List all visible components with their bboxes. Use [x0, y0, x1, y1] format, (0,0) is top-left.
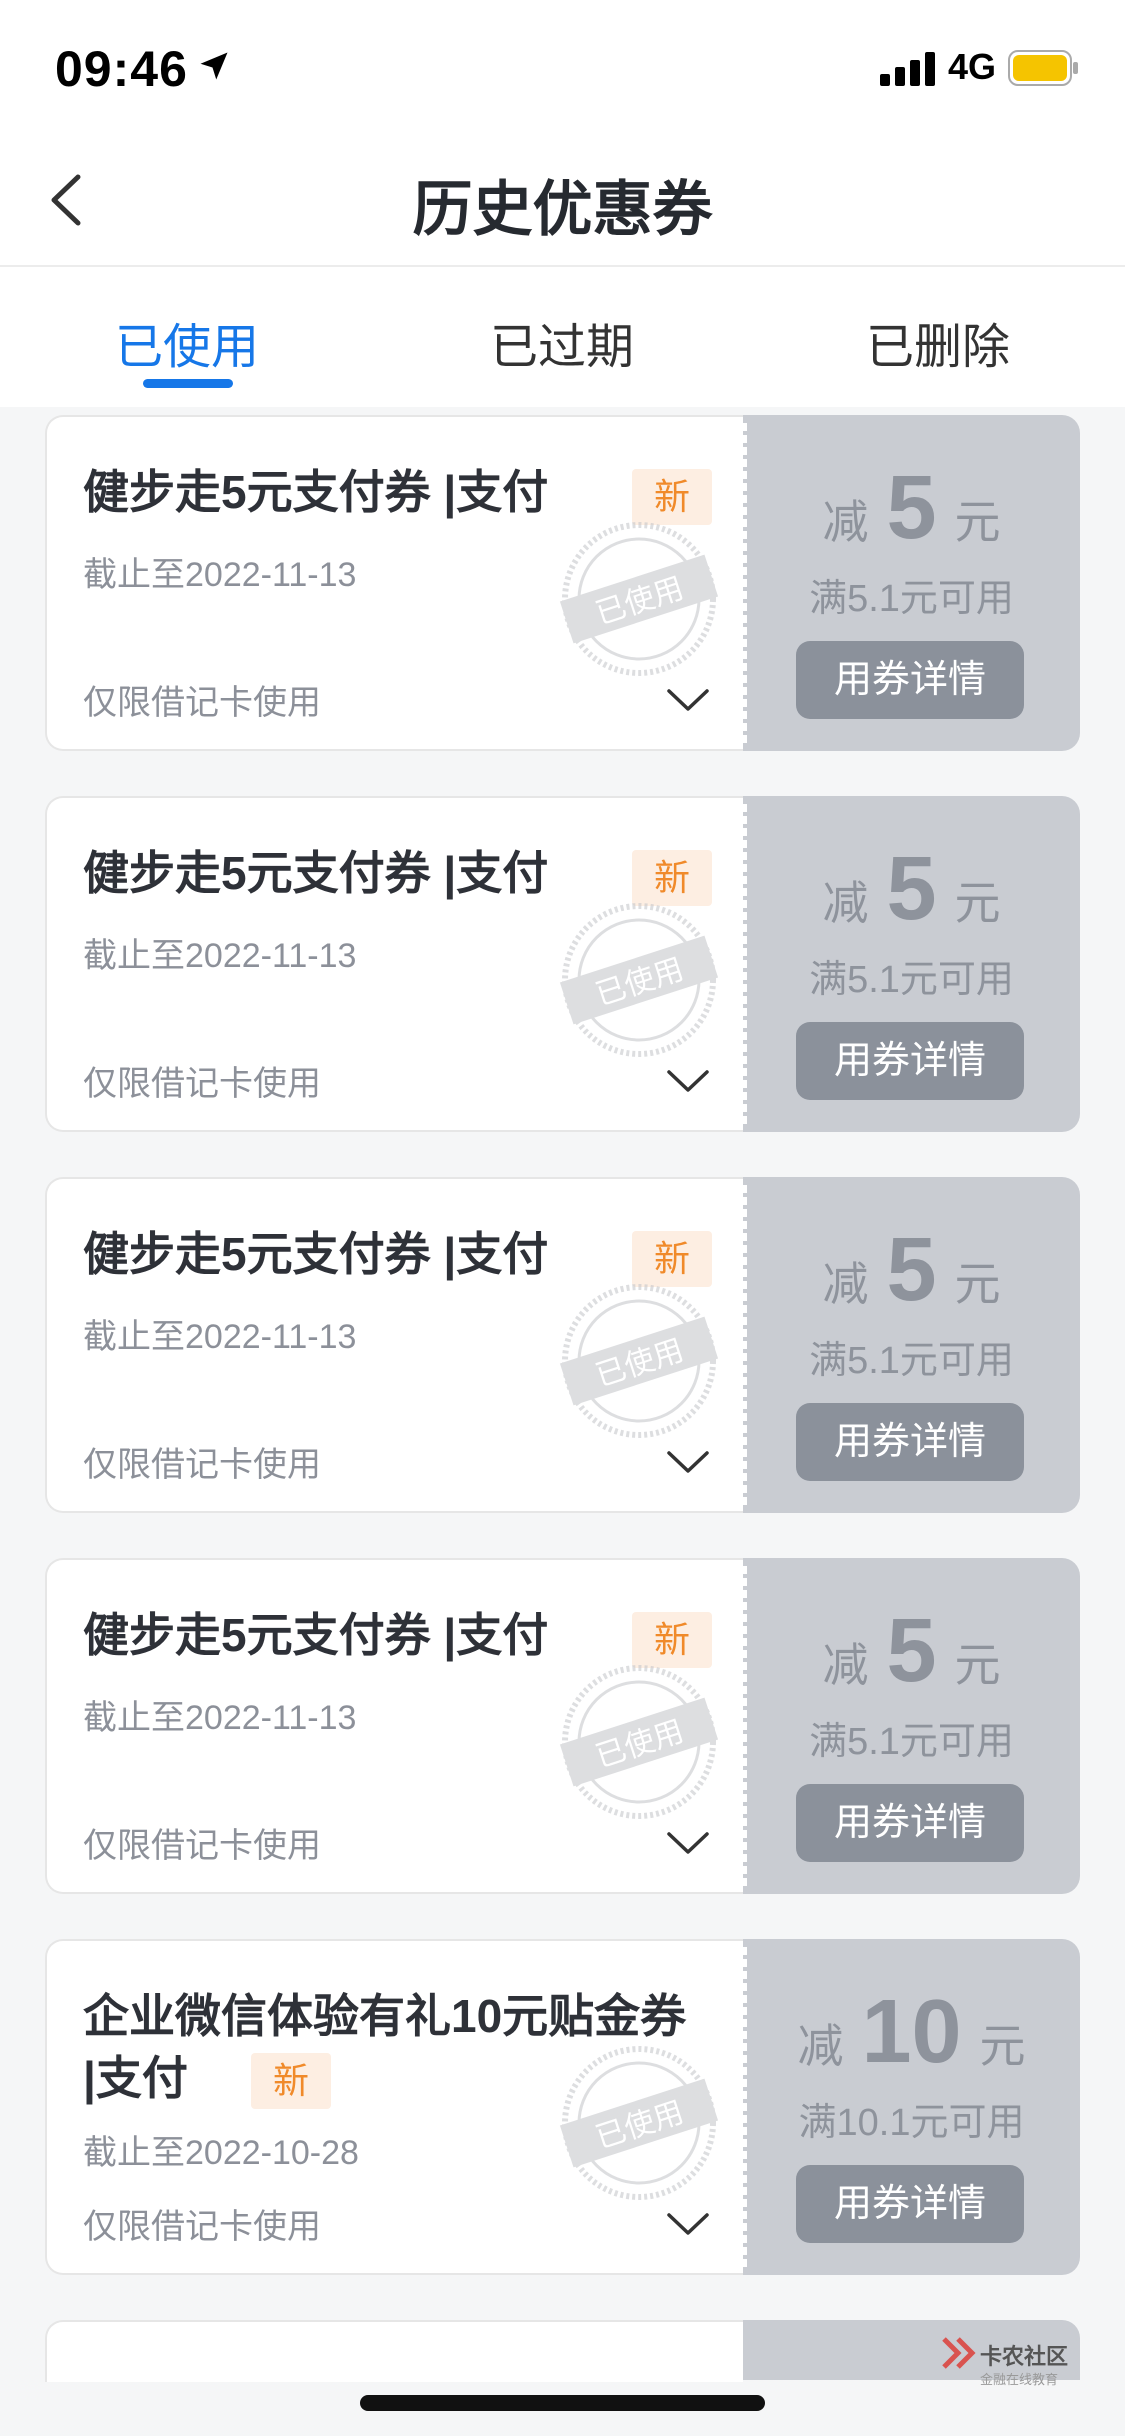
coupon-detail-button[interactable]: 用券详情: [796, 2165, 1024, 2243]
coupon-title-line1: 企业微信体验有礼10元贴金券: [83, 1990, 687, 2042]
watermark-icon: [942, 2337, 976, 2369]
coupon-title: 健步走5元支付券 |支付: [83, 466, 549, 518]
location-arrow-icon: [200, 52, 228, 80]
amount-prefix: 减: [822, 496, 869, 548]
coupon-detail-button[interactable]: 用券详情: [796, 1403, 1024, 1481]
coupon-detail-button[interactable]: 用券详情: [796, 1784, 1024, 1862]
coupon-value-panel: 减5元 满5.1元可用 用券详情: [743, 415, 1080, 751]
coupon-expiry: 截止至2022-11-13: [83, 937, 357, 975]
coupon-title: 健步走5元支付券 |支付: [83, 1609, 549, 1661]
coupon-card[interactable]: 健步走5元支付券 |支付 新 截止至2022-11-13 仅限借记卡使用 已使用…: [45, 1177, 1080, 1513]
coupon-info: [45, 2320, 743, 2382]
coupon-detail-button[interactable]: 用券详情: [796, 1022, 1024, 1100]
coupon-condition: 满10.1元可用: [798, 2102, 1025, 2144]
coupon-card[interactable]: 健步走5元支付券 |支付 新 截止至2022-11-13 仅限借记卡使用 已使用…: [45, 1558, 1080, 1894]
amount-prefix: 减: [822, 1639, 869, 1691]
coupon-info: 健步走5元支付券 |支付 新 截止至2022-11-13 仅限借记卡使用 已使用: [45, 1177, 743, 1513]
coupon-value-panel: 减5元 满5.1元可用 用券详情: [743, 1177, 1080, 1513]
battery-icon: [1008, 50, 1078, 86]
tab-used[interactable]: 已使用: [37, 307, 337, 377]
chevron-down-icon[interactable]: [665, 1828, 711, 1858]
tab-expired[interactable]: 已过期: [412, 307, 712, 377]
coupon-amount: 减5元: [743, 838, 1080, 941]
coupon-amount: 减 10 元: [743, 1981, 1080, 2084]
coupon-restriction: 仅限借记卡使用: [83, 1827, 321, 1865]
amount-unit: 元: [979, 2020, 1026, 2072]
coupon-restriction: 仅限借记卡使用: [83, 684, 321, 722]
coupon-expiry: 截止至2022-11-13: [83, 556, 357, 594]
tab-bar: 已使用 已过期 已删除: [0, 267, 1125, 407]
coupon-value-panel: 减5元 满5.1元可用 用券详情: [743, 1558, 1080, 1894]
coupon-amount: 减5元: [743, 457, 1080, 560]
coupon-info: 健步走5元支付券 |支付 新 截止至2022-11-13 仅限借记卡使用 已使用: [45, 796, 743, 1132]
home-indicator[interactable]: [360, 2395, 765, 2411]
coupon-amount: 减5元: [743, 1600, 1080, 1703]
coupon-card-partial[interactable]: [45, 2320, 1080, 2382]
watermark-name: 卡农社区: [980, 2344, 1069, 2369]
page-title: 历史优惠券: [412, 176, 713, 243]
coupon-restriction: 仅限借记卡使用: [83, 1065, 321, 1103]
coupon-expiry: 截止至2022-11-13: [83, 1699, 357, 1737]
coupon-condition: 满5.1元可用: [809, 578, 1014, 620]
amount-unit: 元: [954, 877, 1001, 929]
coupon-expiry: 截止至2022-11-13: [83, 1318, 357, 1356]
signal-icon: [880, 52, 935, 86]
status-bar: 09:46 4G: [0, 0, 1125, 135]
coupon-info: 企业微信体验有礼10元贴金券 |支付 新 截止至2022-10-28 仅限借记卡…: [45, 1939, 743, 2275]
coupon-expiry: 截止至2022-10-28: [83, 2134, 359, 2172]
amount-value: 5: [886, 1220, 937, 1320]
chevron-down-icon[interactable]: [665, 1066, 711, 1096]
tab-active-indicator: [143, 379, 233, 388]
amount-value: 5: [886, 1601, 937, 1701]
amount-prefix: 减: [822, 1258, 869, 1310]
nav-bar: 历史优惠券: [0, 135, 1125, 267]
watermark-tagline: 金融在线教育: [980, 2372, 1059, 2387]
used-stamp-icon: 已使用: [559, 1665, 719, 1819]
amount-unit: 元: [954, 1639, 1001, 1691]
amount-unit: 元: [954, 1258, 1001, 1310]
network-type: 4G: [948, 46, 997, 87]
new-badge: 新: [251, 2053, 331, 2109]
amount-unit: 元: [954, 496, 1001, 548]
coupon-list: 健步走5元支付券 |支付 新 截止至2022-11-13 仅限借记卡使用 已使用…: [45, 415, 1080, 2320]
coupon-detail-button[interactable]: 用券详情: [796, 641, 1024, 719]
amount-value: 5: [886, 839, 937, 939]
coupon-info: 健步走5元支付券 |支付 新 截止至2022-11-13 仅限借记卡使用 已使用: [45, 415, 743, 751]
amount-value: 10: [861, 1982, 962, 2082]
used-stamp-icon: 已使用: [559, 522, 719, 676]
coupon-card[interactable]: 健步走5元支付券 |支付 新 截止至2022-11-13 仅限借记卡使用 已使用…: [45, 415, 1080, 751]
coupon-card[interactable]: 企业微信体验有礼10元贴金券 |支付 新 截止至2022-10-28 仅限借记卡…: [45, 1939, 1080, 2275]
status-time: 09:46: [55, 41, 188, 97]
chevron-down-icon[interactable]: [665, 685, 711, 715]
amount-prefix: 减: [822, 877, 869, 929]
amount-prefix: 减: [797, 2020, 844, 2072]
coupon-condition: 满5.1元可用: [809, 959, 1014, 1001]
amount-value: 5: [886, 458, 937, 558]
coupon-info: 健步走5元支付券 |支付 新 截止至2022-11-13 仅限借记卡使用 已使用: [45, 1558, 743, 1894]
coupon-amount: 减5元: [743, 1219, 1080, 1322]
coupon-condition: 满5.1元可用: [809, 1340, 1014, 1382]
used-stamp-icon: 已使用: [559, 1284, 719, 1438]
chevron-down-icon[interactable]: [665, 1447, 711, 1477]
used-stamp-icon: 已使用: [559, 903, 719, 1057]
coupon-title: 健步走5元支付券 |支付: [83, 847, 549, 899]
tab-deleted[interactable]: 已删除: [788, 307, 1088, 377]
chevron-down-icon[interactable]: [665, 2209, 711, 2239]
coupon-restriction: 仅限借记卡使用: [83, 1446, 321, 1484]
coupon-value-panel: 减 10 元 满10.1元可用 用券详情: [743, 1939, 1080, 2275]
coupon-card[interactable]: 健步走5元支付券 |支付 新 截止至2022-11-13 仅限借记卡使用 已使用…: [45, 796, 1080, 1132]
used-stamp-icon: 已使用: [559, 2046, 719, 2200]
coupon-condition: 满5.1元可用: [809, 1721, 1014, 1763]
coupon-value-panel: 减5元 满5.1元可用 用券详情: [743, 796, 1080, 1132]
coupon-restriction: 仅限借记卡使用: [83, 2208, 321, 2246]
coupon-title: 健步走5元支付券 |支付: [83, 1228, 549, 1280]
watermark-logo: 卡农社区 金融在线教育: [940, 2335, 1090, 2395]
